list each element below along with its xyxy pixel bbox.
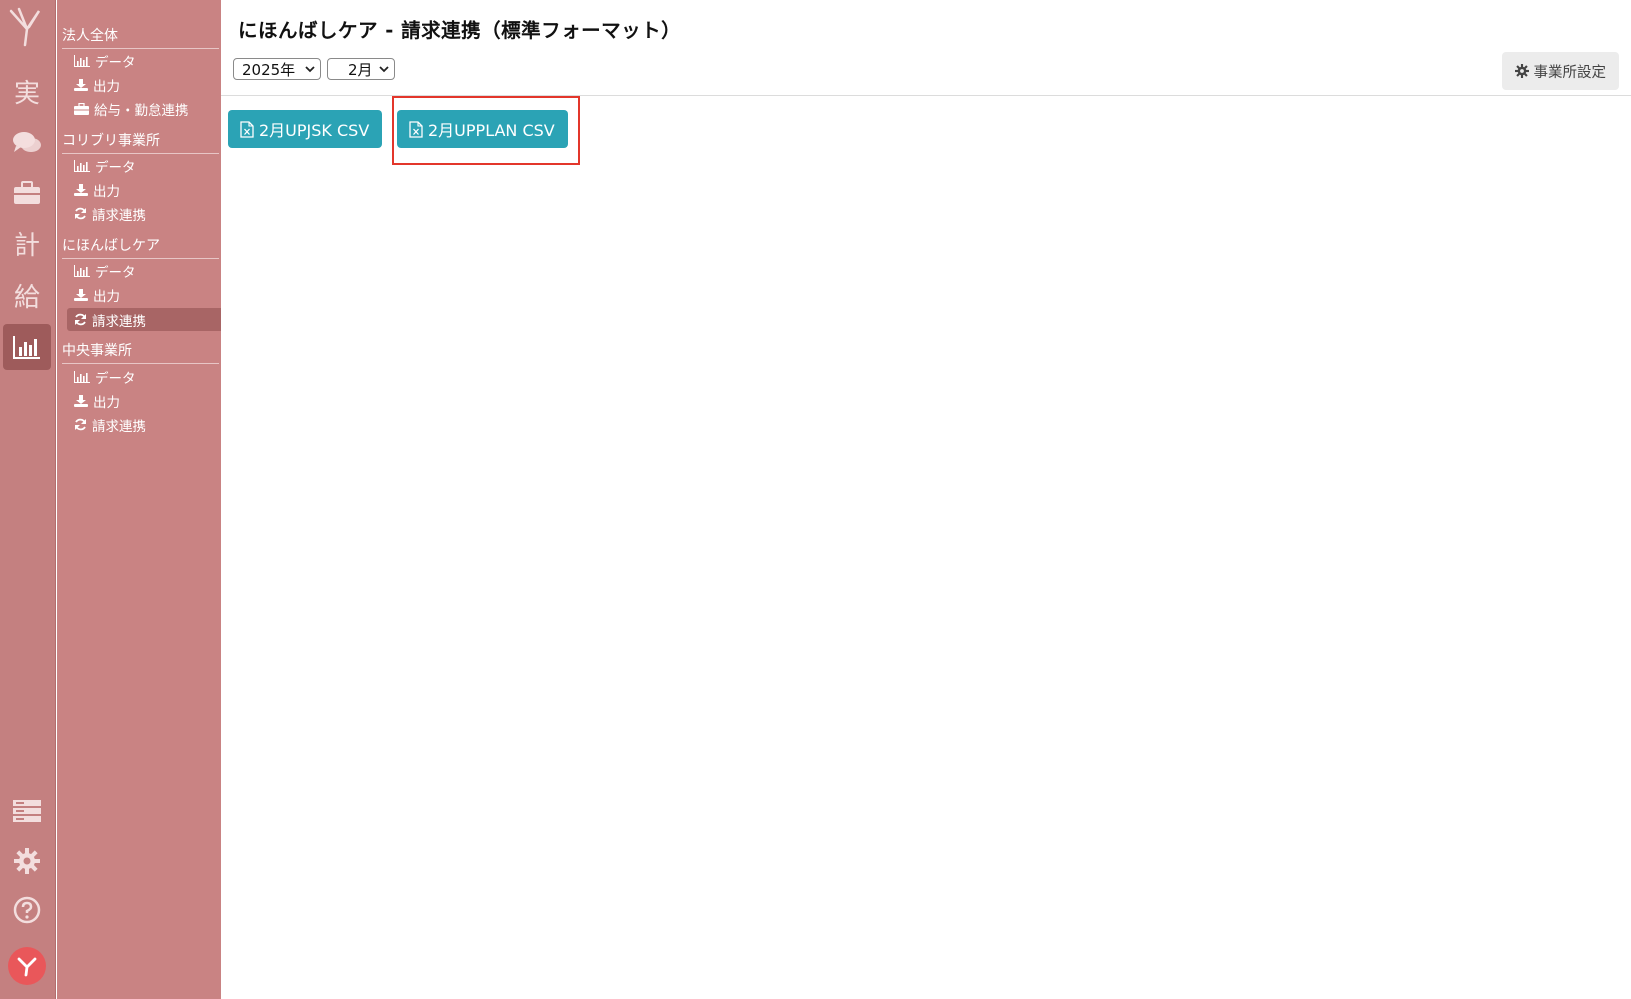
bar-chart-icon [74,370,90,383]
sidebar-item-label: 給与・勤怠連携 [94,102,189,119]
download-icon [74,183,88,196]
sidebar-item-label: 請求連携 [92,207,146,224]
bar-chart-icon [74,159,90,172]
sidebar-item-label: データ [95,370,136,387]
sidebar-section-title: にほんばしケア [62,235,219,259]
chevron-down-icon [379,66,389,73]
sidebar-item-label: 出力 [93,78,120,95]
month-select[interactable]: 2月 [327,58,395,80]
rail-keikaku-button[interactable]: 計 [3,220,51,266]
highlight-box [392,96,580,165]
sidebar-item-label: 請求連携 [92,313,146,330]
refresh-icon [75,207,86,220]
chevron-down-icon [305,66,315,73]
app-logo-icon[interactable] [3,4,51,50]
download-icon [74,288,88,301]
gear-icon [1514,64,1529,78]
sidebar-section-title: コリブリ事業所 [62,130,219,154]
sidebar-item-output[interactable]: 出力 [67,73,221,96]
sidebar-item-label: データ [95,264,136,281]
gear-icon[interactable] [3,838,51,884]
sidebar-item-billing[interactable]: 請求連携 [67,413,221,436]
rail-kyuyo-button[interactable]: 給 [3,272,51,318]
sidebar-item-label: 出力 [93,394,120,411]
sidebar-item-label: 請求連携 [92,418,146,435]
sidebar-item-output[interactable]: 出力 [67,283,221,306]
sidebar-item-output[interactable]: 出力 [67,178,221,201]
help-icon[interactable] [3,887,51,933]
sidebar-item-label: 出力 [93,288,120,305]
rail-kyuyo-label: 給 [13,282,40,313]
office-settings-label: 事業所設定 [1533,64,1607,81]
month-select-value: 2月 [348,60,373,79]
report-chart-icon[interactable] [3,324,51,370]
sidebar-item-label: データ [95,54,136,71]
sidebar-item-data[interactable]: データ [67,365,221,388]
sidebar-item-payroll[interactable]: 給与・勤怠連携 [67,97,221,120]
briefcase-icon [74,102,89,115]
bar-chart-icon [74,264,90,277]
refresh-icon [75,313,86,326]
chat-icon[interactable] [3,120,51,166]
page-title: にほんばしケア - 請求連携（標準フォーマット） [238,19,682,42]
list-icon[interactable] [3,788,51,834]
rail-jisseki-label: 実 [13,78,40,109]
upjsk-csv-button[interactable]: 2月UPJSK CSV [228,110,383,148]
bar-chart-icon [74,54,90,67]
download-icon [74,394,88,407]
sidebar-item-billing-active[interactable]: 請求連携 [67,308,221,331]
briefcase-icon[interactable] [3,170,51,216]
sidebar-item-output[interactable]: 出力 [67,389,221,412]
sidebar-item-data[interactable]: データ [67,49,221,72]
avatar[interactable] [8,947,46,985]
year-select-value: 2025年 [242,60,296,79]
download-icon [74,78,88,91]
sidebar-section-title: 中央事業所 [62,340,219,364]
sidebar-item-data[interactable]: データ [67,259,221,282]
rail-jisseki-button[interactable]: 実 [3,68,51,114]
file-excel-icon [240,120,254,138]
sidebar-item-data[interactable]: データ [67,154,221,177]
rail-keikaku-label: 計 [13,230,40,261]
office-settings-button[interactable]: 事業所設定 [1501,52,1619,90]
refresh-icon [75,418,86,431]
sidebar-section-title: 法人全体 [62,25,219,49]
sidebar-item-billing[interactable]: 請求連携 [67,202,221,225]
sidebar-item-label: データ [95,159,136,176]
main-content: にほんばしケア - 請求連携（標準フォーマット） 2025年 2月 事業所設定 … [221,0,1631,999]
year-select[interactable]: 2025年 [233,58,321,80]
icon-rail: 実 計 給 [0,0,56,999]
sidebar-item-label: 出力 [93,183,120,200]
upjsk-csv-label: 2月UPJSK CSV [259,121,370,140]
avatar-logo-icon [17,957,37,977]
